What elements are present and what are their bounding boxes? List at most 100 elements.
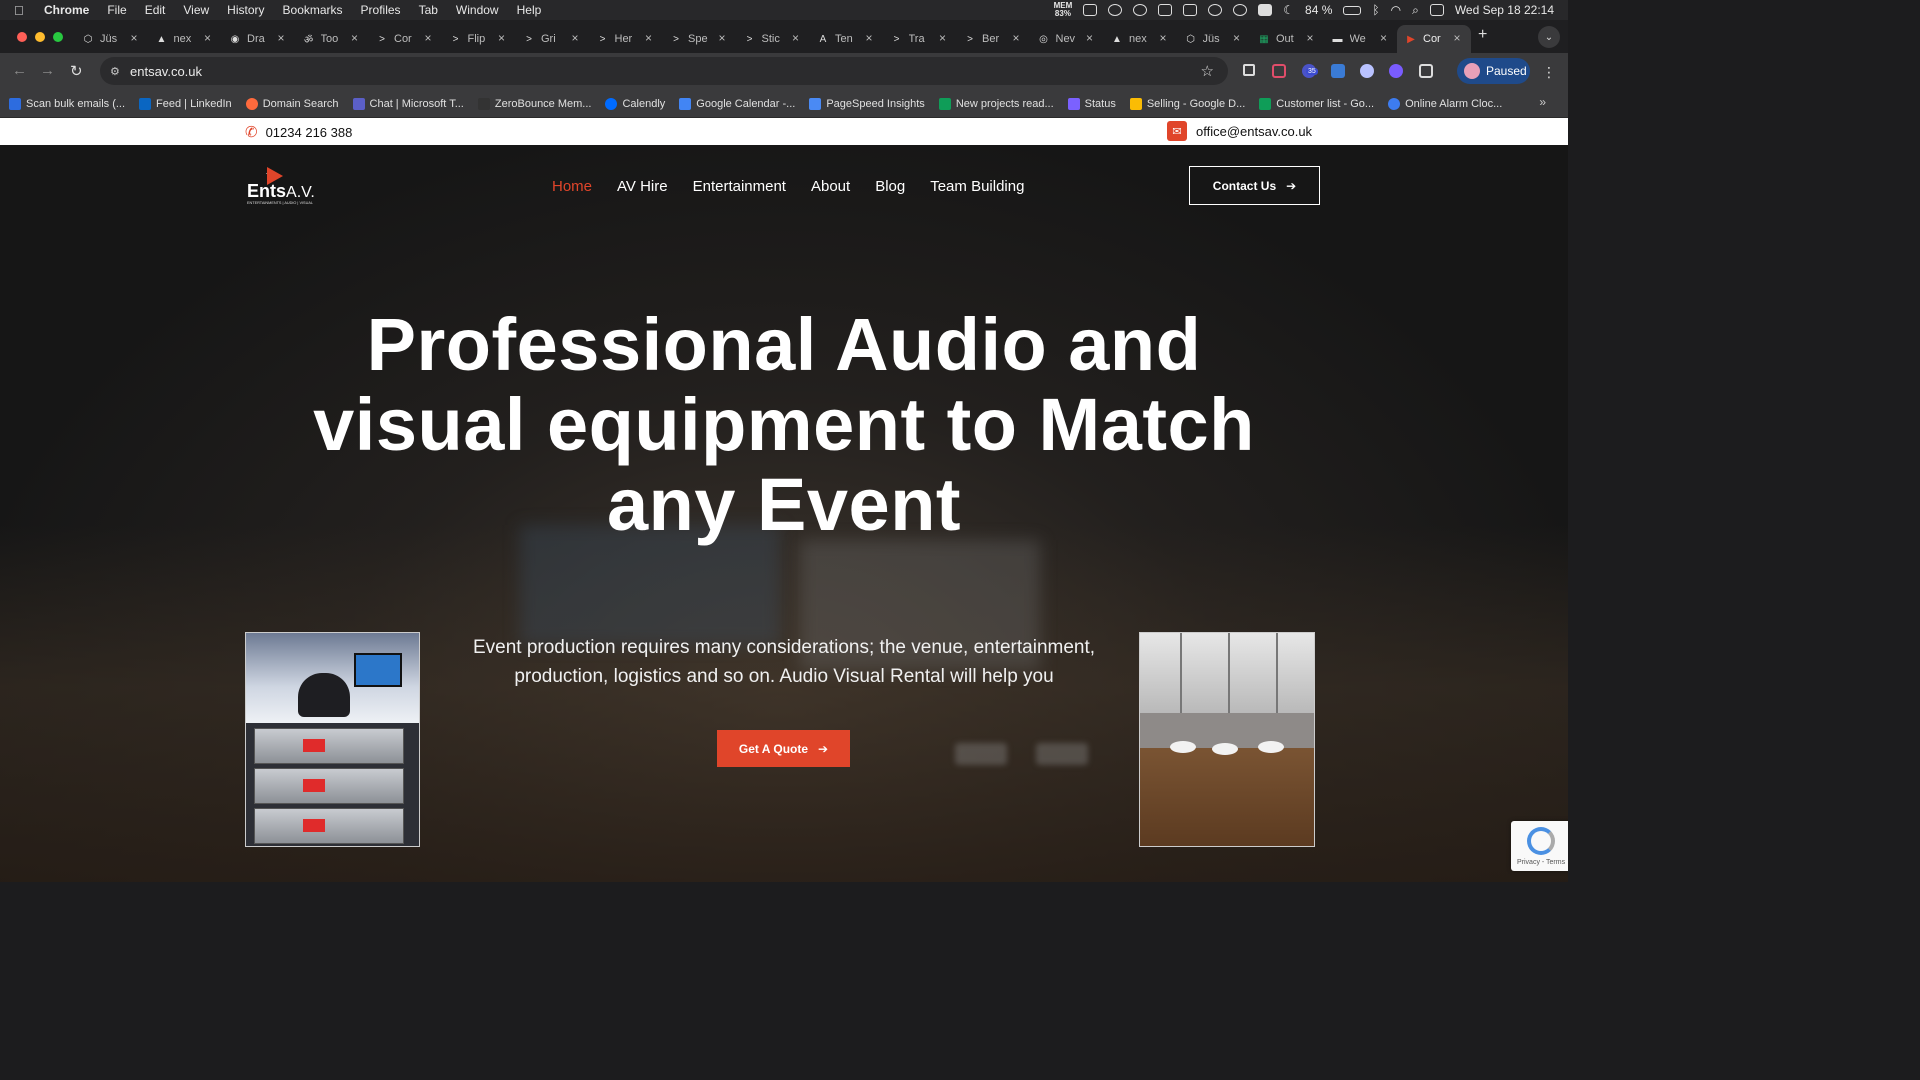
wifi-icon[interactable]: ◠ [1391,3,1401,17]
more-bookmarks-icon[interactable]: » [1539,95,1546,109]
battery-percent[interactable]: 84 % [1305,3,1332,17]
new-tab-icon[interactable]: + [1478,26,1487,44]
menu-history[interactable]: History [227,3,264,17]
close-tab-icon[interactable]: × [1233,31,1240,45]
bookmark[interactable]: Online Alarm Cloc... [1388,97,1502,110]
close-tab-icon[interactable]: × [130,31,137,45]
screenshot-icon[interactable] [1083,4,1098,16]
contact-us-button[interactable]: Contact Us ➔ [1189,166,1320,205]
back-icon[interactable]: ← [12,62,27,79]
close-tab-icon[interactable]: × [1012,31,1019,45]
tab[interactable]: ॐ Too × [295,25,369,53]
tab[interactable]: ▦ Out × [1250,25,1324,53]
bookmark[interactable]: Status [1067,97,1116,110]
close-window-button[interactable] [17,32,27,42]
bookmark[interactable]: PageSpeed Insights [809,97,925,110]
grammarly-icon[interactable] [1108,4,1123,16]
tab[interactable]: ◉ Dra × [221,25,295,53]
minimize-window-button[interactable] [35,32,45,42]
get-a-quote-button[interactable]: Get A Quote ➔ [717,730,850,767]
bookmark[interactable]: Chat | Microsoft T... [352,97,464,110]
url-text[interactable]: entsav.co.uk [130,64,202,79]
layers-icon[interactable] [1183,4,1198,16]
extension-icon[interactable]: 35 [1302,64,1318,78]
close-tab-icon[interactable]: × [645,31,652,45]
bookmark[interactable]: Customer list - Go... [1259,97,1374,110]
nav-blog[interactable]: Blog [875,178,905,195]
extensions-puzzle-icon[interactable] [1419,64,1433,78]
bookmark[interactable]: Google Calendar -... [679,97,795,110]
nav-av-hire[interactable]: AV Hire [617,178,668,195]
menu-edit[interactable]: Edit [145,3,166,17]
nav-team-building[interactable]: Team Building [930,178,1024,195]
phone-link[interactable]: ✆ 01234 216 388 [245,123,352,141]
spotlight-search-icon[interactable]: ⌕ [1412,3,1419,18]
close-tab-icon[interactable]: × [865,31,872,45]
menu-file[interactable]: File [107,3,126,17]
recaptcha-links[interactable]: Privacy - Terms [1517,859,1565,866]
close-tab-icon[interactable]: × [1380,31,1387,45]
extension-icon[interactable] [1360,64,1374,78]
battery-icon[interactable] [1343,5,1362,15]
tab[interactable]: > Tra × [883,25,957,53]
nav-about[interactable]: About [811,178,850,195]
email-link[interactable]: ✉ office@entsav.co.uk [1167,121,1312,141]
profile-button[interactable]: Paused [1457,58,1530,84]
airdrop-icon[interactable] [1233,4,1248,16]
bookmark[interactable]: Feed | LinkedIn [139,97,232,110]
close-tab-icon[interactable]: × [939,31,946,45]
close-tab-icon[interactable]: × [571,31,578,45]
nav-entertainment[interactable]: Entertainment [693,178,786,195]
tab[interactable]: ◎ Nev × [1030,25,1104,53]
moon-icon[interactable]: ☾ [1283,3,1294,17]
tab[interactable]: > Cor × [368,25,442,53]
bookmark[interactable]: Scan bulk emails (... [9,97,125,110]
menu-window[interactable]: Window [456,3,499,17]
tab-search-icon[interactable]: ⌄ [1538,26,1560,48]
tab[interactable]: ▲ nex × [148,25,222,53]
tab[interactable]: ▬ We × [1324,25,1398,53]
bookmark[interactable]: New projects read... [938,97,1054,110]
extension-icon[interactable] [1331,64,1345,78]
tab[interactable]: ⬡ Jüs × [1177,25,1251,53]
bookmark[interactable]: ZeroBounce Mem... [477,97,591,110]
openai-icon[interactable] [1208,4,1223,16]
apple-menu-icon[interactable]:  [14,3,30,18]
close-tab-icon[interactable]: × [718,31,725,45]
tab-active[interactable]: ▶ Cor × [1397,25,1471,53]
bookmark[interactable]: Calendly [605,97,665,110]
chat-icon[interactable] [1158,4,1173,16]
close-tab-icon[interactable]: × [1453,31,1460,45]
menu-help[interactable]: Help [517,3,542,17]
close-tab-icon[interactable]: × [498,31,505,45]
menu-profiles[interactable]: Profiles [361,3,401,17]
control-center-icon[interactable] [1429,4,1444,16]
tab[interactable]: A Ten × [809,25,883,53]
nav-home[interactable]: Home [552,178,592,195]
tab[interactable]: > Spe × [662,25,736,53]
close-tab-icon[interactable]: × [792,31,799,45]
close-tab-icon[interactable]: × [1306,31,1313,45]
site-info-icon[interactable]: ⚙ [110,65,122,78]
menu-tab[interactable]: Tab [419,3,438,17]
reload-icon[interactable]: ↻ [70,62,83,80]
extension-icon[interactable] [1389,64,1403,78]
bookmark[interactable]: Selling - Google D... [1129,97,1245,110]
menu-app-name[interactable]: Chrome [44,3,89,17]
menu-view[interactable]: View [183,3,209,17]
close-tab-icon[interactable]: × [277,31,284,45]
tab[interactable]: ⬡ Jüs × [74,25,148,53]
close-tab-icon[interactable]: × [351,31,358,45]
clock[interactable]: Wed Sep 18 22:14 [1455,3,1554,17]
extension-icon[interactable] [1272,64,1286,78]
input-source-icon[interactable] [1258,4,1273,16]
menu-bookmarks[interactable]: Bookmarks [283,3,343,17]
memory-indicator[interactable]: MEM 83% [1054,2,1073,18]
tab[interactable]: > Stic × [736,25,810,53]
pen-extension-icon[interactable] [1243,64,1255,76]
tab[interactable]: > Gri × [515,25,589,53]
tab[interactable]: > Her × [589,25,663,53]
site-logo[interactable]: ⁘ EntsA.V. ENTERTAINMENTS | AUDIO | VISU… [247,167,319,205]
recaptcha-badge[interactable]: Privacy - Terms [1511,821,1568,871]
tab[interactable]: > Ber × [956,25,1030,53]
